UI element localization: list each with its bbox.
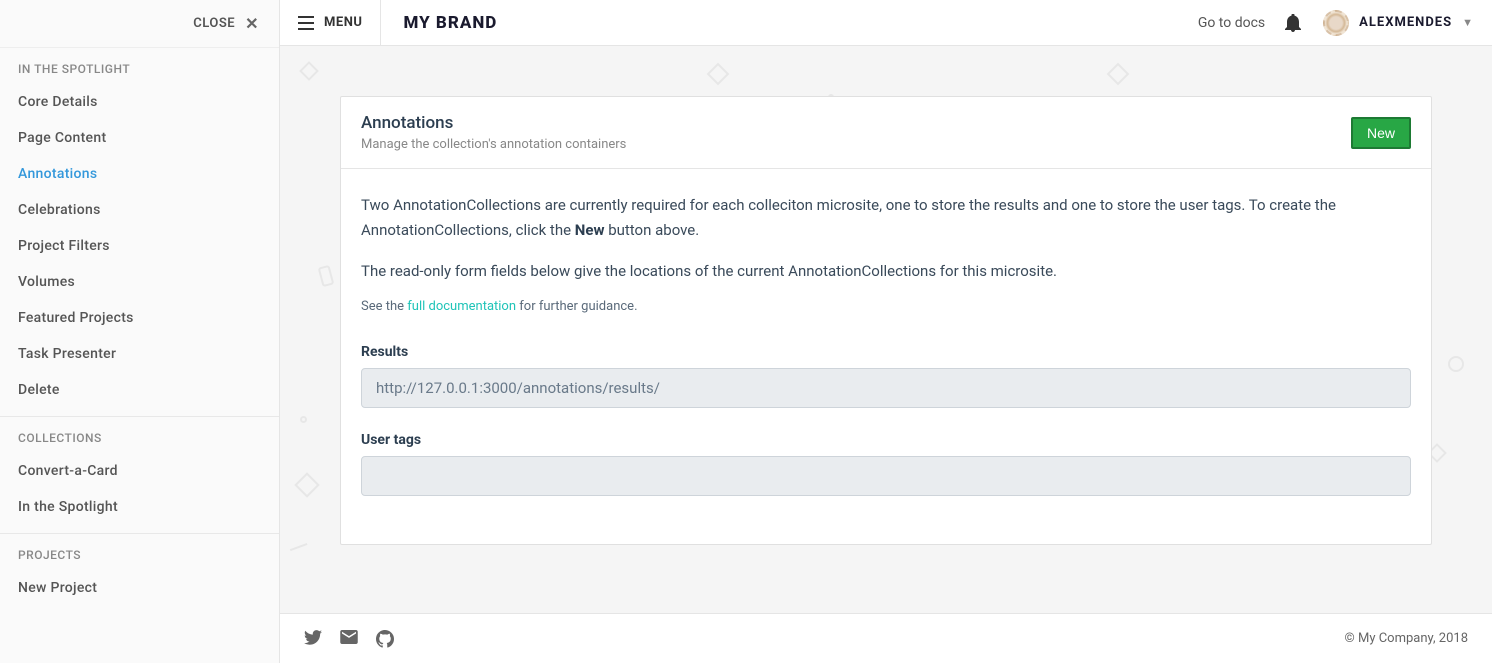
sidebar-item-page-content[interactable]: Page Content [0,120,279,156]
menu-toggle-button[interactable]: MENU [280,0,381,45]
user-tags-label: User tags [361,432,1411,448]
card-title: Annotations [361,113,626,133]
results-label: Results [361,344,1411,360]
close-sidebar-button[interactable]: CLOSE ✕ [0,0,279,48]
sidebar-item-delete[interactable]: Delete [0,372,279,408]
sidebar-item-core-details[interactable]: Core Details [0,84,279,120]
chevron-down-icon: ▼ [1462,16,1474,29]
sidebar-item-celebrations[interactable]: Celebrations [0,192,279,228]
description-paragraph-2: The read-only form fields below give the… [361,259,1411,284]
sidebar-section-title: IN THE SPOTLIGHT [0,48,279,84]
new-button[interactable]: New [1351,117,1411,149]
avatar [1323,10,1349,36]
username: ALEXMENDES [1359,15,1452,30]
sidebar-item-project-filters[interactable]: Project Filters [0,228,279,264]
card-subtitle: Manage the collection's annotation conta… [361,137,626,152]
close-icon: ✕ [245,14,259,33]
description-paragraph-1: Two AnnotationCollections are currently … [361,193,1411,243]
sidebar-item-featured-projects[interactable]: Featured Projects [0,300,279,336]
notifications-icon[interactable] [1285,14,1301,32]
sidebar-item-convert-a-card[interactable]: Convert-a-Card [0,453,279,489]
topbar: MENU MY BRAND Go to docs ALEXMENDES ▼ [280,0,1492,46]
sidebar-item-annotations[interactable]: Annotations [0,156,279,192]
results-field[interactable] [361,368,1411,408]
menu-label: MENU [324,15,362,30]
sidebar-item-task-presenter[interactable]: Task Presenter [0,336,279,372]
user-tags-field[interactable] [361,456,1411,496]
footer: © My Company, 2018 [280,613,1492,663]
user-menu[interactable]: ALEXMENDES ▼ [1323,10,1474,36]
sidebar-item-volumes[interactable]: Volumes [0,264,279,300]
full-documentation-link[interactable]: full documentation [407,299,516,314]
close-label: CLOSE [193,16,235,31]
annotations-card: Annotations Manage the collection's anno… [340,96,1432,545]
github-icon[interactable] [376,630,394,648]
content-scroll[interactable]: Annotations Manage the collection's anno… [280,46,1492,613]
hamburger-icon [298,16,314,30]
sidebar-item-new-project[interactable]: New Project [0,570,279,606]
copyright: © My Company, 2018 [1345,631,1468,646]
sidebar: CLOSE ✕ IN THE SPOTLIGHT Core Details Pa… [0,0,280,663]
email-icon[interactable] [340,630,358,648]
sidebar-item-in-the-spotlight[interactable]: In the Spotlight [0,489,279,525]
documentation-hint: See the full documentation for further g… [361,299,1411,314]
sidebar-section-title: PROJECTS [0,534,279,570]
sidebar-section-title: COLLECTIONS [0,417,279,453]
brand-title: MY BRAND [403,13,497,33]
twitter-icon[interactable] [304,630,322,648]
docs-link[interactable]: Go to docs [1198,15,1265,31]
